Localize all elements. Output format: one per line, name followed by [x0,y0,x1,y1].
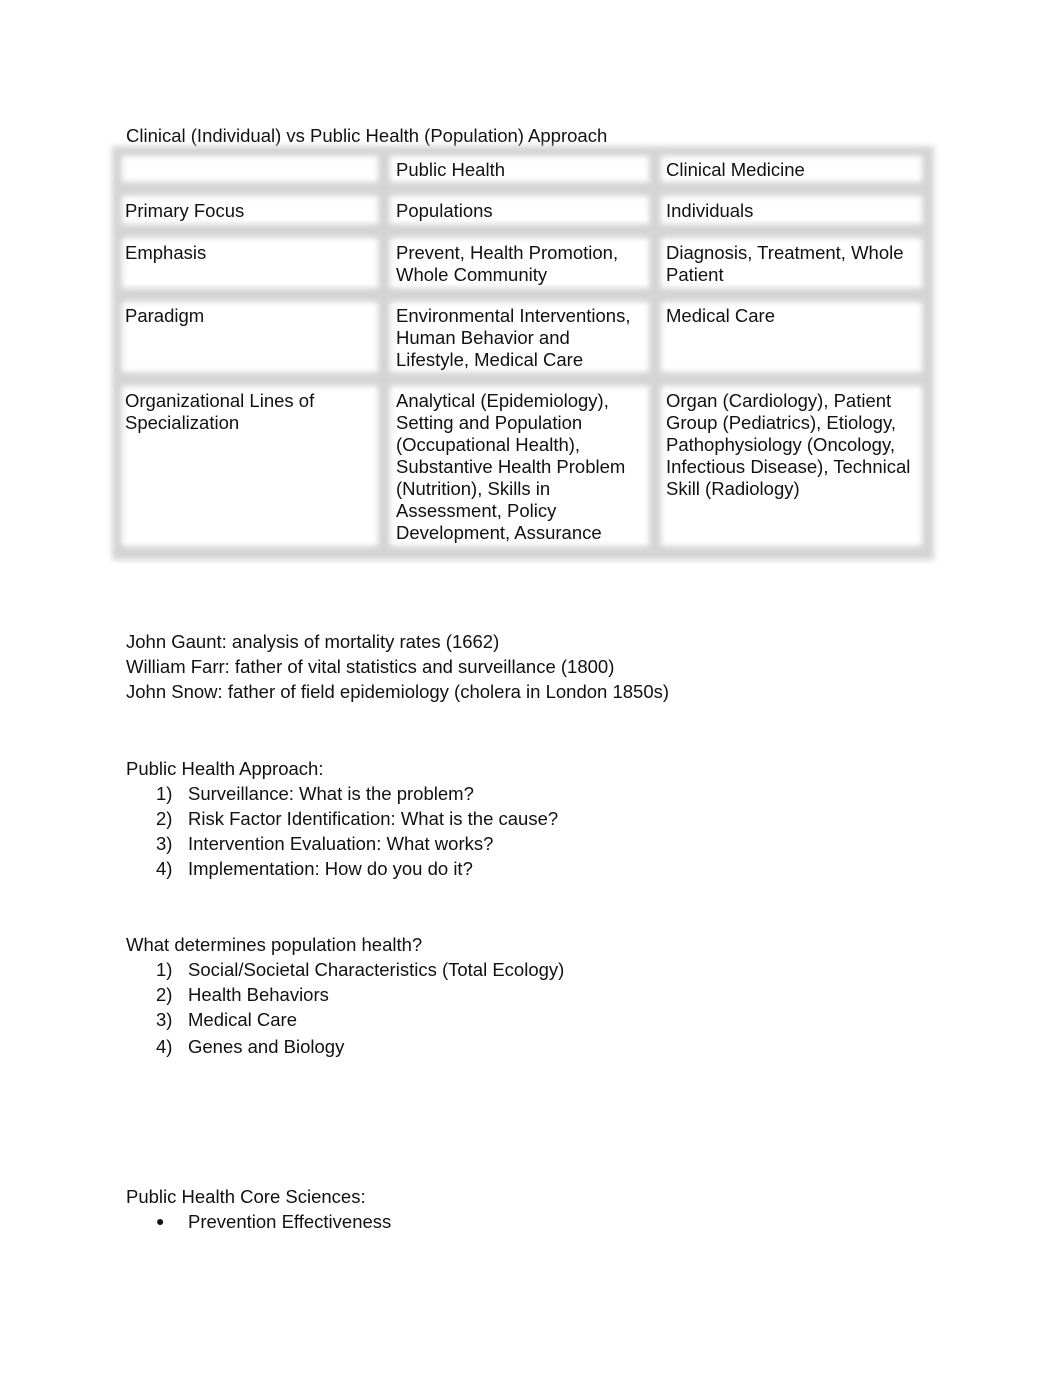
history-gaunt: John Gaunt: analysis of mortality rates … [126,631,500,652]
history-snow: John Snow: father of field epidemiology … [126,681,670,702]
cell-clinical: Individuals [666,200,754,221]
list-item-text: Social/Societal Characteristics (Total E… [188,959,565,980]
core-sciences-heading: Public Health Core Sciences: [126,1186,366,1207]
cell-public-health: Populations [396,200,493,221]
header-cell-clinical-medicine: Clinical Medicine [666,159,805,180]
list-marker: 4) [156,858,173,879]
list-marker: 1) [156,783,173,804]
list-marker: 3) [156,833,173,854]
cell-clinical: Organ (Cardiology), Patient Group (Pedia… [666,390,911,499]
list-marker: 3) [156,1009,173,1030]
row-label-organizational-lines: Organizational Lines of Specialization [125,390,315,433]
header-cell-public-health: Public Health [396,159,506,180]
list-marker: 1) [156,959,173,980]
row-label-emphasis: Emphasis [125,242,207,263]
cell-clinical: Diagnosis, Treatment, Whole Patient [666,242,904,285]
list-item-text: Risk Factor Identification: What is the … [188,808,559,829]
list-item-text: Surveillance: What is the problem? [188,783,474,804]
bullet-icon: ● [156,1213,165,1229]
cell-public-health: Prevent, Health Promotion, Whole Communi… [396,242,619,285]
list-item-text: Prevention Effectiveness [188,1211,392,1232]
determinants-heading: What determines population health? [126,934,423,955]
table-title: Clinical (Individual) vs Public Health (… [126,125,608,146]
list-marker: 2) [156,808,173,829]
cell-clinical: Medical Care [666,305,775,326]
cell-public-health: Analytical (Epidemiology), Setting and P… [396,390,626,543]
comparison-table: Public Health Clinical Medicine Primary … [112,146,934,560]
list-item-text: Intervention Evaluation: What works? [188,833,494,854]
document-page: Clinical (Individual) vs Public Health (… [0,0,1062,1377]
list-marker: 2) [156,984,173,1005]
history-farr: William Farr: father of vital statistics… [126,656,615,677]
row-label-primary-focus: Primary Focus [125,200,245,221]
list-item-text: Medical Care [188,1009,297,1030]
list-item-text: Implementation: How do you do it? [188,858,473,879]
cell-public-health: Environmental Interventions, Human Behav… [396,305,631,370]
list-item-text: Health Behaviors [188,984,329,1005]
list-item-text: Genes and Biology [188,1036,345,1057]
row-label-paradigm: Paradigm [125,305,205,326]
list-marker: 4) [156,1036,173,1057]
approach-heading: Public Health Approach: [126,758,324,779]
